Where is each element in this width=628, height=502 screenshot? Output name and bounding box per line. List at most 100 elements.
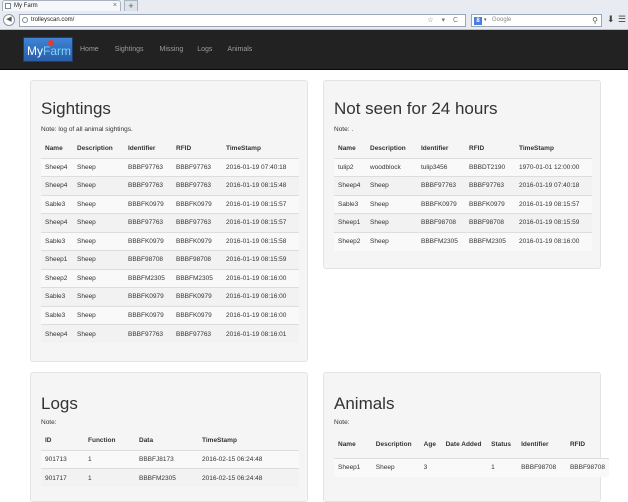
column-header: Description — [371, 432, 420, 459]
missing-panel: Not seen for 24 hours Note: . Name Descr… — [323, 80, 601, 269]
table-row: Sable3 Sheep BBBFK0979 BBBFK0979 2016-01-19 … — [41, 194, 299, 214]
table-cell: BBBF97763 — [124, 176, 172, 195]
table-cell: 3 — [419, 457, 442, 477]
table-row: Sheep4 Sheep BBBF97763 BBBF97763 2016-01-19 … — [41, 176, 299, 195]
table-cell: BBBFM2305 — [124, 268, 172, 288]
url-bar-tools-icon[interactable]: ☆ ▾ C — [427, 15, 461, 26]
table-cell: 2016-02-15 06:24:48 — [198, 468, 299, 487]
search-input[interactable]: 8 ▾ Google ⚲ — [471, 14, 602, 27]
brand-my: My — [27, 44, 43, 58]
table-row: Sheep2 Sheep BBBFM2305 BBBFM2305 2016-01-19 … — [41, 268, 299, 288]
table-cell: Sheep1 — [334, 457, 372, 477]
animals-table: Name Description Age Date Added Status I… — [334, 432, 609, 477]
animals-panel: Animals Note: Name Description Age Date … — [323, 372, 609, 502]
table-header-row: Name Description Age Date Added Status I… — [334, 432, 609, 459]
column-header: ID — [41, 432, 84, 451]
table-cell: Sheep — [366, 194, 417, 214]
menu-icon[interactable]: ☰ — [618, 14, 626, 25]
table-cell: BBBFK0979 — [465, 194, 515, 214]
table-cell: BBBFK0979 — [172, 194, 222, 214]
column-header: Identifier — [517, 432, 566, 459]
column-header: Name — [41, 140, 73, 159]
table-cell: Sheep2 — [41, 268, 73, 288]
table-cell: Sheep — [366, 176, 417, 195]
table-cell: 1 — [84, 468, 135, 487]
table-cell: tulip2 — [334, 157, 366, 177]
table-cell: BBBFK0979 — [124, 287, 172, 306]
table-cell: Sheep4 — [41, 176, 73, 195]
table-row: Sheep1 Sheep BBBF98708 BBBF98708 2016-01-19 … — [41, 250, 299, 269]
logs-note: Note: — [41, 419, 57, 426]
table-cell: 901717 — [41, 468, 84, 487]
missing-note: Note: . — [334, 126, 354, 133]
table-cell: 2016-01-19 07:40:18 — [222, 157, 299, 177]
nav-logs[interactable]: Logs — [197, 30, 212, 70]
table-cell: 1970-01-01 12:00:00 — [515, 157, 592, 177]
close-tab-icon[interactable]: × — [113, 1, 117, 11]
table-row: Sable3 Sheep BBBFK0979 BBBFK0979 2016-01-19 … — [41, 287, 299, 306]
column-header: TimeStamp — [198, 432, 299, 451]
nav-animals[interactable]: Animals — [227, 30, 252, 70]
brand-logo[interactable]: MyFarm — [23, 37, 73, 62]
download-icon[interactable]: ⬇ — [607, 14, 615, 25]
table-cell: BBBFM2305 — [465, 231, 515, 251]
column-header: Identifier — [417, 140, 465, 159]
sightings-table: Name Description Identifier RFID TimeSta… — [41, 140, 299, 343]
table-cell: Sheep — [73, 213, 124, 232]
table-cell: 2016-01-19 08:15:57 — [222, 194, 299, 214]
table-cell: Sable3 — [41, 231, 73, 251]
table-cell: BBBF97763 — [124, 157, 172, 177]
search-icon[interactable]: ⚲ — [592, 15, 598, 26]
table-cell: 2016-01-19 08:15:59 — [222, 250, 299, 269]
table-header-row: Name Description Identifier RFID TimeSta… — [334, 140, 592, 159]
missing-title: Not seen for 24 hours — [334, 99, 498, 118]
table-cell: woodblock — [366, 157, 417, 177]
table-cell: BBBF98708 — [517, 457, 566, 477]
table-cell: BBBF97763 — [172, 157, 222, 177]
column-header: RFID — [172, 140, 222, 159]
table-cell: BBBF97763 — [465, 176, 515, 195]
sightings-note: Note: log of all animal sightings. — [41, 126, 133, 133]
table-cell: 1 — [487, 457, 518, 477]
table-cell: 2016-01-19 08:16:01 — [222, 324, 299, 343]
table-cell: Sheep — [73, 194, 124, 214]
column-header: Name — [334, 140, 366, 159]
table-cell: Sheep — [366, 213, 417, 232]
table-cell: 1 — [84, 449, 135, 469]
nav-sightings[interactable]: Sightings — [115, 30, 144, 70]
nav-home[interactable]: Home — [80, 30, 99, 70]
table-cell: BBBF98708 — [565, 457, 609, 477]
chevron-down-icon[interactable]: ▾ — [484, 15, 487, 26]
back-icon[interactable]: ◀ — [3, 14, 15, 26]
table-cell: BBBF98708 — [417, 213, 465, 232]
table-row: Sable3 Sheep BBBFK0979 BBBFK0979 2016-01-19 … — [41, 231, 299, 251]
table-cell: 2016-01-19 08:15:48 — [222, 176, 299, 195]
table-cell: 2016-01-19 08:15:58 — [222, 231, 299, 251]
table-cell: BBBFK0979 — [124, 231, 172, 251]
missing-table: Name Description Identifier RFID TimeSta… — [334, 140, 592, 251]
column-header: Data — [135, 432, 198, 451]
new-tab-button[interactable]: + — [124, 0, 138, 11]
search-engine-icon[interactable]: 8 — [474, 17, 482, 25]
column-header: TimeStamp — [222, 140, 299, 159]
table-cell: 2016-01-19 08:16:00 — [222, 287, 299, 306]
page-favicon-icon — [5, 3, 11, 9]
browser-tab[interactable]: My Farm × — [2, 0, 121, 11]
logs-title: Logs — [41, 394, 78, 413]
table-cell: 2016-01-19 08:15:57 — [222, 213, 299, 232]
tab-bar: My Farm × + — [0, 0, 628, 11]
table-cell: BBBFM2305 — [417, 231, 465, 251]
browser-toolbar: ◀ trolleyscan.com/ ☆ ▾ C 8 ▾ Google ⚲ ⬇ … — [0, 11, 628, 30]
table-cell: BBBF97763 — [417, 176, 465, 195]
table-cell: Sheep1 — [41, 250, 73, 269]
table-row: Sheep1 Sheep BBBF98708 BBBF98708 2016-01-19 … — [334, 213, 592, 232]
table-cell: BBBFM2305 — [135, 468, 198, 487]
table-cell: BBBDT2190 — [465, 157, 515, 177]
table-cell: 2016-01-19 08:15:57 — [515, 194, 592, 214]
column-header: Description — [366, 140, 417, 159]
logs-panel: Logs Note: ID Function Data TimeStamp 90… — [30, 372, 308, 502]
column-header: TimeStamp — [515, 140, 592, 159]
nav-missing[interactable]: Missing — [159, 30, 183, 70]
url-text: trolleyscan.com/ — [31, 17, 75, 23]
address-bar[interactable]: trolleyscan.com/ ☆ ▾ C — [19, 14, 466, 27]
